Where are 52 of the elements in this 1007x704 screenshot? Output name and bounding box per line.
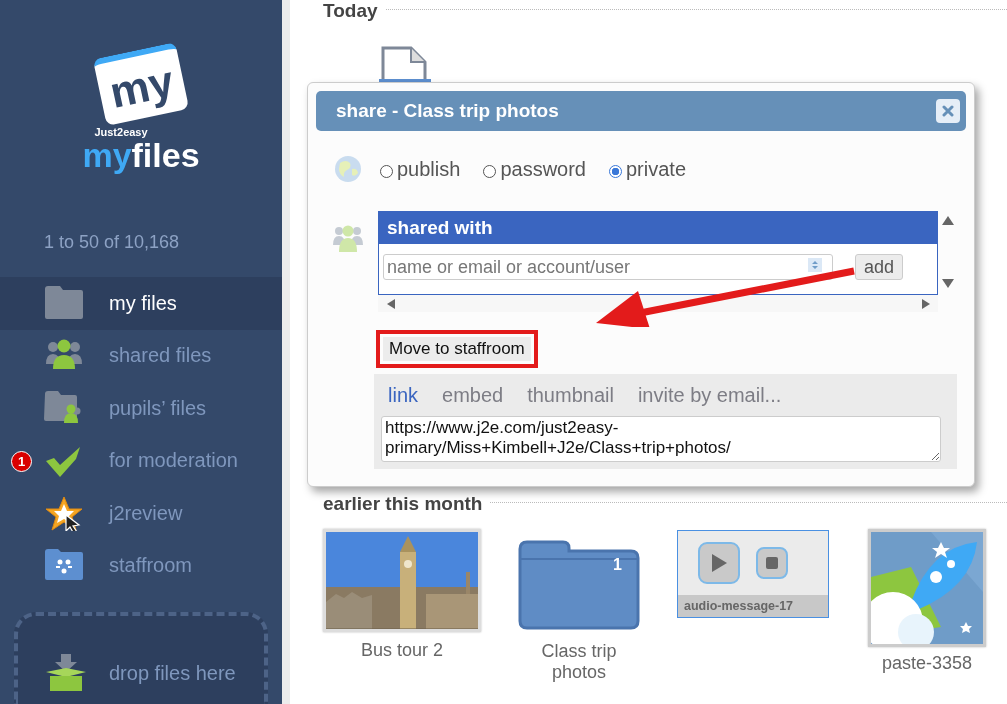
tab[interactable]: thumbnail — [527, 384, 614, 407]
stop-button[interactable] — [756, 547, 788, 579]
link-field[interactable]: https://www.j2e.com/just2easy-primary/Miss+Kimbell+J2e/Class+trip+photos/ — [381, 416, 941, 462]
add-button[interactable]: add — [855, 254, 904, 280]
file-name[interactable]: Class trip photos — [514, 641, 644, 683]
star-cursor-icon — [44, 495, 84, 532]
move-button[interactable]: Move to staffroom — [383, 337, 531, 361]
radio-option[interactable]: publish — [380, 157, 461, 181]
radio-option[interactable]: private — [609, 157, 687, 181]
sidebar-item[interactable]: pupils’ files — [0, 382, 282, 435]
file-name: audio-message-17 — [678, 595, 828, 617]
audio-player[interactable]: audio-message-17 — [677, 530, 829, 618]
tab[interactable]: embed — [442, 384, 504, 407]
folder-icon[interactable] — [518, 539, 640, 631]
radio-button[interactable] — [380, 164, 393, 178]
close-button[interactable] — [936, 99, 960, 123]
notification-badge: 1 — [11, 450, 32, 472]
drop-label: drop files here — [109, 662, 236, 685]
tab[interactable]: link — [388, 384, 418, 407]
section-heading: Today — [323, 0, 378, 22]
stop-icon — [766, 557, 778, 569]
radio-button[interactable] — [483, 164, 497, 178]
logo-text: my — [105, 58, 178, 116]
scroll-right-icon[interactable] — [922, 299, 930, 309]
sidebar-item[interactable]: my files — [0, 277, 282, 330]
drop-zone[interactable]: drop files here — [14, 612, 268, 704]
file-name[interactable]: paste-3358 — [862, 653, 992, 674]
radio-button[interactable] — [609, 164, 622, 178]
people-icon — [332, 223, 364, 253]
folder-icon — [44, 285, 84, 322]
tab[interactable]: invite by email... — [637, 384, 782, 407]
play-button[interactable] — [698, 542, 740, 584]
globe-icon — [334, 155, 362, 183]
sidebar-item[interactable]: staffroom — [0, 539, 282, 592]
scroll-left-icon[interactable] — [387, 299, 395, 309]
name-input[interactable]: name or email or account/user — [383, 254, 833, 280]
play-icon — [710, 553, 728, 573]
file-count: 1 to 50 of 10,168 — [43, 231, 181, 254]
panel-heading: shared with — [379, 212, 937, 244]
close-icon — [942, 105, 954, 117]
sidebar-item[interactable]: shared files — [0, 329, 282, 382]
sidebar-item[interactable]: j2review — [0, 487, 282, 540]
dialog-title: share - Class trip photos — [336, 100, 559, 122]
scroll-up-icon[interactable] — [942, 216, 954, 225]
logo-tagline: Just2easy — [94, 126, 148, 138]
file-name[interactable]: Bus tour 2 — [337, 640, 467, 661]
radio-option[interactable]: password — [483, 157, 586, 181]
sidebar-item[interactable]: 1 for moderation — [0, 434, 282, 487]
section-heading: earlier this month — [323, 493, 483, 515]
logo-wordmark: my — [82, 136, 132, 174]
scroll-down-icon[interactable] — [942, 279, 954, 288]
item-count: 1 — [613, 557, 622, 573]
